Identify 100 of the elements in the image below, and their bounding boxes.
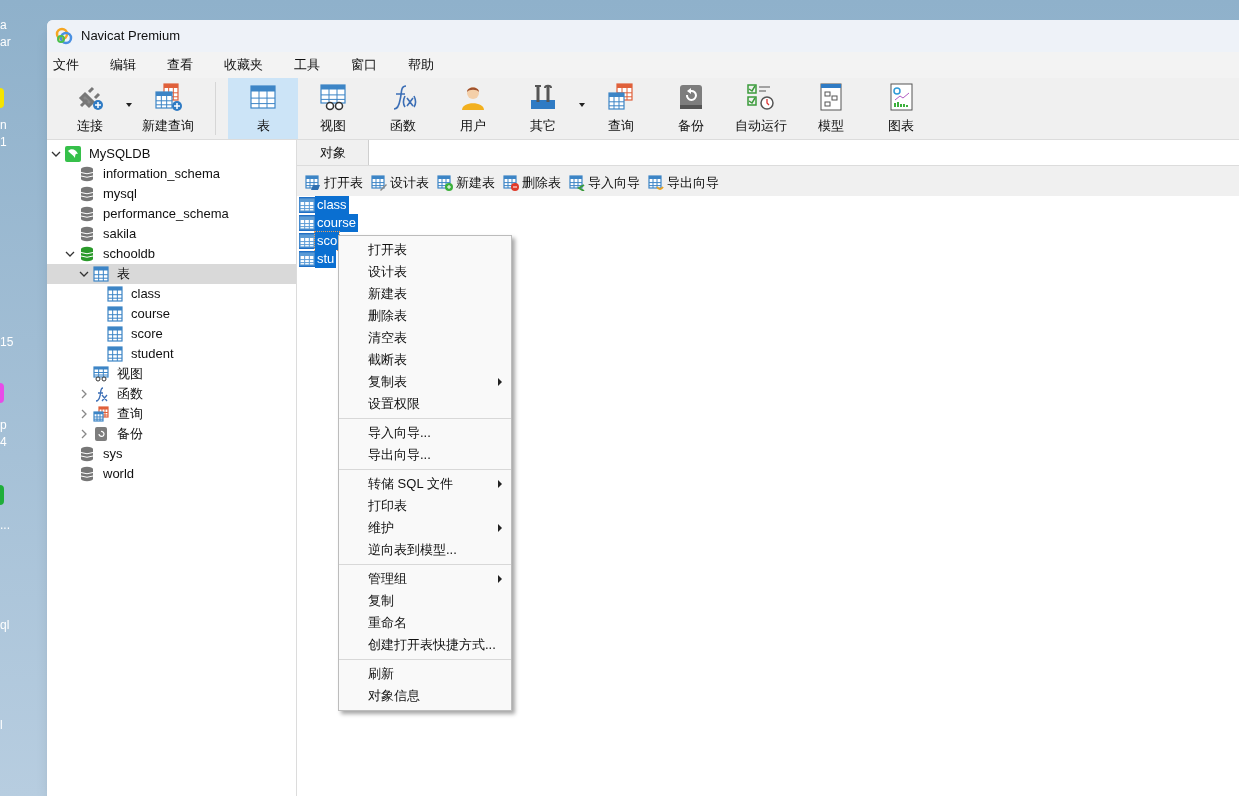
tree-item[interactable]: MySQLDB	[47, 144, 296, 164]
tree-item[interactable]: schooldb	[47, 244, 296, 264]
context-menu-item[interactable]: 新建表	[339, 283, 511, 305]
tree-item[interactable]: course	[47, 304, 296, 324]
import-table-icon	[569, 175, 585, 191]
toolbar-button[interactable]: 自动运行	[726, 78, 796, 139]
tree-item-label: course	[131, 305, 171, 324]
submenu-arrow-icon	[497, 378, 503, 386]
context-menu-item[interactable]: 删除表	[339, 305, 511, 327]
tree-item[interactable]: score	[47, 324, 296, 344]
toolbar-button[interactable]: 模型	[796, 78, 866, 139]
object-item[interactable]: course	[315, 214, 359, 232]
chevron-down-icon[interactable]	[51, 149, 61, 159]
menu-item[interactable]: 窗口	[345, 55, 383, 75]
context-menu-item[interactable]: 转储 SQL 文件	[339, 473, 511, 495]
desktop-icon-label: a	[0, 17, 7, 33]
database-icon	[79, 226, 95, 242]
tree-item-label: score	[131, 325, 163, 344]
table-icon	[107, 346, 123, 362]
context-menu-item[interactable]: 刷新	[339, 663, 511, 685]
context-menu-item[interactable]: 打印表	[339, 495, 511, 517]
table-icon	[107, 286, 123, 302]
toolbar-button[interactable]: 图表	[866, 78, 936, 139]
desktop-icon-label: p	[0, 417, 7, 433]
database-icon	[79, 166, 95, 182]
tree-item[interactable]: sys	[47, 444, 296, 464]
toolbar-button[interactable]: 函数	[368, 78, 438, 139]
tree-item-label: sakila	[103, 225, 137, 244]
context-menu-item[interactable]: 逆向表到模型...	[339, 539, 511, 561]
dropdown-caret-icon[interactable]	[125, 101, 133, 108]
menu-item[interactable]: 收藏夹	[218, 55, 269, 75]
context-menu-item[interactable]: 设计表	[339, 261, 511, 283]
context-menu-item[interactable]: 截断表	[339, 349, 511, 371]
menu-item[interactable]: 工具	[288, 55, 326, 75]
context-menu-item[interactable]: 对象信息	[339, 685, 511, 707]
toolbar-button[interactable]: 新建查询	[133, 78, 203, 139]
view-icon	[93, 366, 109, 382]
object-item[interactable]: sco	[315, 232, 340, 250]
object-toolbar-button[interactable]: 新建表	[437, 173, 495, 193]
toolbar-button[interactable]: 表	[228, 78, 298, 139]
tree-item[interactable]: information_schema	[47, 164, 296, 184]
desktop-icon-label: 4	[0, 434, 7, 450]
dolphin-icon	[65, 146, 81, 162]
object-toolbar-button[interactable]: 打开表	[305, 173, 363, 193]
menu-item[interactable]: 编辑	[104, 55, 142, 75]
dropdown-caret-icon[interactable]	[578, 101, 586, 108]
query-icon	[93, 406, 109, 422]
context-menu-item[interactable]: 创建打开表快捷方式...	[339, 634, 511, 656]
tree-item[interactable]: 查询	[47, 404, 296, 424]
schedule-icon	[746, 81, 776, 112]
menu-item[interactable]: 查看	[161, 55, 199, 75]
submenu-arrow-icon	[497, 524, 503, 532]
context-menu-item[interactable]: 管理组	[339, 568, 511, 590]
tree-item[interactable]: mysql	[47, 184, 296, 204]
tree-item[interactable]: 表	[47, 264, 296, 284]
toolbar-button[interactable]: 其它	[508, 78, 586, 139]
toolbar-button[interactable]: 连接	[55, 78, 133, 139]
tree-item[interactable]: 视图	[47, 364, 296, 384]
window-title: Navicat Premium	[81, 27, 180, 46]
desktop-icon-label: n	[0, 117, 7, 133]
context-menu-item[interactable]: 复制	[339, 590, 511, 612]
object-toolbar-button[interactable]: 导入向导	[569, 173, 640, 193]
object-toolbar-button[interactable]: 设计表	[371, 173, 429, 193]
tree-item[interactable]: 备份	[47, 424, 296, 444]
object-toolbar-button[interactable]: 导出向导	[648, 173, 719, 193]
tree-item-label: mysql	[103, 185, 137, 204]
desktop-icon-label: ar	[0, 34, 11, 50]
desktop-icon-label: 15	[0, 334, 14, 350]
tree-item-label: 视图	[117, 365, 143, 384]
delete-table-icon	[503, 175, 519, 191]
menu-item[interactable]: 帮助	[402, 55, 440, 75]
context-menu-item[interactable]: 复制表	[339, 371, 511, 393]
tree-item[interactable]: class	[47, 284, 296, 304]
tree-item-label: 函数	[117, 385, 143, 404]
menu-item[interactable]: 文件	[47, 55, 85, 75]
context-menu-item[interactable]: 导入向导...	[339, 422, 511, 444]
object-item[interactable]: stu	[315, 250, 337, 268]
tree-item[interactable]: performance_schema	[47, 204, 296, 224]
backup-icon	[93, 426, 109, 442]
context-menu-item[interactable]: 清空表	[339, 327, 511, 349]
toolbar-button[interactable]: 视图	[298, 78, 368, 139]
context-menu-item[interactable]: 打开表	[339, 239, 511, 261]
tree-item[interactable]: world	[47, 464, 296, 484]
tree-item[interactable]: student	[47, 344, 296, 364]
object-item[interactable]: class	[315, 196, 349, 214]
context-menu-item[interactable]: 设置权限	[339, 393, 511, 415]
toolbar-button[interactable]: 备份	[656, 78, 726, 139]
tree-item[interactable]: 函数	[47, 384, 296, 404]
tree-item-label: information_schema	[103, 165, 221, 184]
view-icon	[318, 81, 348, 112]
context-menu-item[interactable]: 维护	[339, 517, 511, 539]
database-icon	[79, 446, 95, 462]
tree-item[interactable]: sakila	[47, 224, 296, 244]
context-menu-item[interactable]: 导出向导...	[339, 444, 511, 466]
desktop-icon-label: ql	[0, 617, 10, 633]
toolbar-button[interactable]: 查询	[586, 78, 656, 139]
context-menu-item[interactable]: 重命名	[339, 612, 511, 634]
object-toolbar-button[interactable]: 删除表	[503, 173, 561, 193]
open-table-icon	[305, 175, 321, 191]
toolbar-button[interactable]: 用户	[438, 78, 508, 139]
